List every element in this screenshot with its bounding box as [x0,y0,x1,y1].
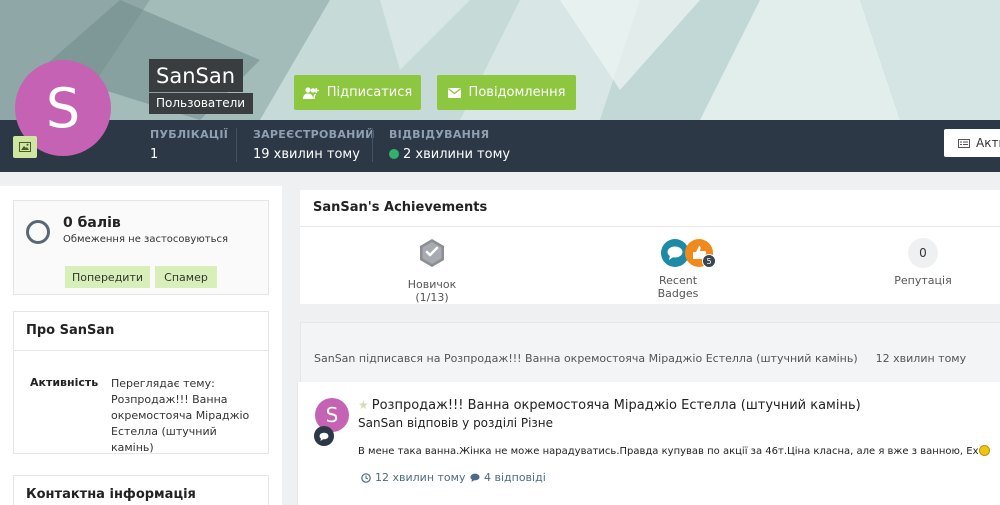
activity-button[interactable]: Акти [944,129,1000,157]
feed-follow-entry: SanSan підписався на Розпродаж!!! Ванна … [314,352,966,365]
comment-icon [314,426,334,446]
recent-badges-label: Recent Badges [657,274,699,300]
contact-card: Контактна інформація [13,475,269,505]
avatar-letter: S [45,76,81,140]
post-title[interactable]: Розпродаж!!! Ванна окремостояча Міраджіо… [372,398,861,413]
reputation-restrictions: Обмеження не застосовуються [63,234,228,245]
stat-divider [372,128,373,162]
about-card: Про SanSan Активність Переглядає тему: Р… [13,311,269,454]
rank-badge-icon [420,239,444,267]
follow-button-label: Підписатися [326,85,413,100]
rank-label: Новичок (1/13) [407,278,457,304]
activity-value[interactable]: Переглядає тему: Розпродаж!!! Ванна окре… [111,376,256,456]
post-replies-label: 4 відповіді [484,471,546,484]
profile-name: SanSan [149,59,244,92]
online-status-icon [389,149,399,159]
achievements-card: SanSan's Achievements Новичок (1/13) 5 R… [300,190,1000,304]
activity-label: Активність [30,376,99,389]
spammer-button[interactable]: Спамер [155,266,217,288]
achievements-title: SanSan's Achievements [300,190,1000,227]
stat-visited-label: ВІДВІДУВАННЯ [389,128,490,141]
badge-count: 5 [702,254,716,268]
stat-visited-value: 2 хвилини тому [403,147,511,162]
clock-icon [361,472,371,483]
message-button-label: Повідомлення [468,85,566,100]
feed-post: S ★ Розпродаж!!! Ванна окремостояча Мірад… [297,382,1000,505]
stat-registered: ЗАРЕЄСТРОВАНИЙ 19 хвилин тому [253,128,375,162]
reputation-ring-icon [26,220,50,244]
image-icon [19,142,31,152]
post-body: В мене така ванна.Жінка не може нарадува… [358,445,990,457]
feed-follow-time: 12 хвилин тому [875,352,967,365]
recent-badges-item[interactable]: 5 Recent Badges [638,238,718,300]
post-subtitle: SanSan відповів у розділі Різне [358,416,554,430]
stat-posts: ПУБЛІКАЦІЇ 1 [150,128,228,162]
activity-button-label: Акти [976,136,1000,150]
stat-posts-label: ПУБЛІКАЦІЇ [150,128,229,141]
change-cover-photo-button[interactable] [13,136,37,158]
warn-button[interactable]: Попередити [65,266,150,288]
stat-registered-label: ЗАРЕЄСТРОВАНИЙ [253,128,375,141]
rank-item[interactable]: Новичок (1/13) [394,238,470,304]
stat-registered-value: 19 хвилин тому [253,147,360,162]
reputation-item[interactable]: 0 Репутація [886,238,960,287]
follow-button[interactable]: Підписатися [294,75,421,110]
post-time-label: 12 хвилин тому [375,471,466,484]
reputation-points: 0 балів [63,215,121,231]
smile-emoji-icon [978,445,990,456]
reputation-card: 0 балів Обмеження не застосовуються Попе… [13,200,269,295]
stat-visited: ВІДВІДУВАННЯ 2 хвилини тому [389,128,510,162]
message-button[interactable]: Повідомлення [437,75,576,110]
profile-group: Пользователи [149,93,254,114]
post-body-text: В мене така ванна.Жінка не може нарадува… [358,446,979,457]
feed-follow-text[interactable]: SanSan підписався на Розпродаж!!! Ванна … [314,352,858,365]
star-icon[interactable]: ★ [358,398,369,412]
post-replies[interactable]: 4 відповіді [470,471,546,484]
stat-divider [236,128,237,162]
contact-title: Контактна інформація [26,487,196,502]
avatar-letter: S [325,403,339,427]
post-time[interactable]: 12 хвилин тому [361,471,465,484]
user-plus-icon [302,86,319,99]
about-title: Про SanSan [14,312,268,351]
list-icon [958,138,970,148]
stat-posts-value: 1 [150,147,159,162]
comment-small-icon [470,473,480,482]
envelope-icon [447,87,461,98]
reputation-label: Репутація [894,274,952,287]
reputation-value: 0 [908,238,938,268]
